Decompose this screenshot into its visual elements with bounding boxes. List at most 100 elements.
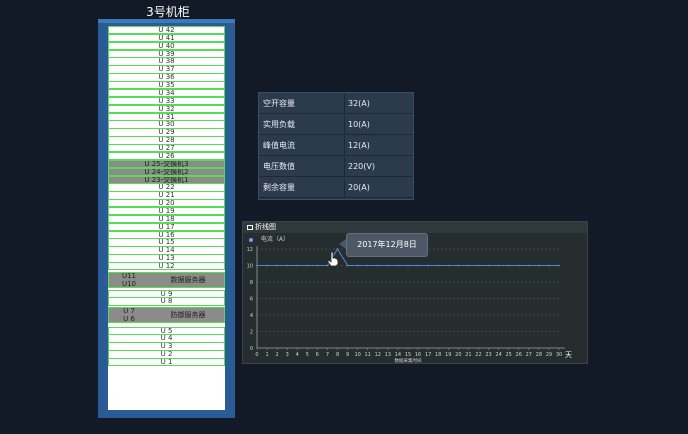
data-point (356, 264, 359, 267)
data-point (397, 264, 399, 267)
rack-device-name: 数据服务器 (170, 276, 206, 285)
x-tick-label: 1 (265, 352, 268, 358)
rack-slot-label: U 1 (160, 358, 173, 367)
info-divider (344, 157, 345, 176)
data-point (497, 264, 500, 267)
x-tick-label: 13 (385, 352, 391, 358)
x-tick-label: 30 (556, 352, 562, 358)
data-point (266, 264, 268, 267)
data-point (558, 264, 560, 267)
data-point (417, 264, 419, 267)
y-tick-label: 0 (250, 346, 253, 352)
x-tick-label: 8 (336, 352, 339, 358)
rack-device-block[interactable]: U 7U 6 防御服务器 (108, 306, 225, 323)
rack-slot-label: U 8 (160, 297, 173, 306)
data-point (376, 264, 379, 267)
x-tick-label: 12 (375, 352, 381, 358)
info-label: 实用负载 (263, 120, 295, 129)
x-tick-label: 2 (276, 352, 279, 358)
data-point (517, 264, 520, 267)
info-divider (344, 94, 345, 113)
info-value: 32(A) (348, 99, 370, 108)
data-point (306, 264, 309, 267)
x-tick-label: 21 (465, 352, 471, 358)
x-tick-label: 25 (505, 352, 511, 358)
info-label: 剩余容量 (263, 183, 295, 192)
info-label: 空开容量 (263, 99, 295, 108)
rack-slot[interactable]: U 8 (108, 297, 225, 306)
x-tick-label: 4 (296, 352, 299, 358)
data-point (296, 264, 299, 267)
y-tick-label: 2 (250, 330, 253, 336)
tooltip-arrow (339, 239, 346, 249)
x-tick-label: 0 (255, 352, 258, 358)
data-point (256, 264, 258, 267)
info-label: 峰值电流 (263, 141, 295, 150)
y-tick-label: 4 (250, 313, 253, 319)
rack-device-name: 防御服务器 (170, 310, 206, 319)
x-tick-label: 20 (455, 352, 461, 358)
data-point (276, 264, 279, 267)
x-tick-label: 19 (445, 352, 451, 358)
x-tick-label: 11 (365, 352, 371, 358)
data-point (407, 264, 409, 267)
data-point (346, 264, 349, 267)
power-info-table: 空开容量 32(A) 实用负载 10(A) 峰值电流 12(A) 电压数值 220(V) 剩余容… (258, 92, 414, 200)
rack-slot[interactable]: U 12 (108, 262, 225, 271)
data-point (487, 264, 490, 267)
x-tick-label: 10 (354, 352, 360, 358)
y-tick-label: 8 (250, 280, 253, 286)
data-point (386, 264, 389, 267)
info-row: 峰值电流 12(A) (259, 136, 413, 156)
rack-title: 3号机柜 (146, 5, 190, 19)
x-tick-label: 5 (306, 352, 309, 358)
data-point (507, 264, 510, 267)
rack-slot[interactable]: U 1 (108, 358, 225, 367)
data-point (366, 264, 369, 267)
x-tick-label: 15 (405, 352, 411, 358)
hand-cursor-icon (327, 251, 339, 267)
x-tick-label: 3 (286, 352, 289, 358)
data-point (537, 264, 540, 267)
rack-device-unit-label: U10 (121, 280, 137, 289)
info-divider (344, 178, 345, 197)
info-value: 10(A) (348, 120, 370, 129)
data-point (527, 264, 530, 267)
data-point (286, 264, 289, 267)
info-row: 实用负载 10(A) (259, 115, 413, 135)
x-tick-label: 29 (546, 352, 552, 358)
x-tick-label: 7 (326, 352, 329, 358)
x-tick-label: 9 (346, 352, 349, 358)
x-tick-label: 16 (415, 352, 421, 358)
x-tick-label: 6 (316, 352, 319, 358)
rack-device-unit-label: U 6 (123, 314, 135, 323)
data-point (457, 264, 460, 267)
rack-device-block[interactable]: U11 U10 数据服务器 (108, 272, 225, 289)
data-point (467, 264, 470, 267)
x-axis-unit: 天 (565, 351, 572, 359)
rack-slot-label: U 12 (158, 262, 175, 271)
x-tick-label: 26 (516, 352, 522, 358)
info-row: 剩余容量 20(A) (259, 178, 413, 198)
info-label: 电压数值 (263, 162, 295, 171)
data-point (316, 264, 319, 267)
y-tick-label: 10 (247, 264, 253, 270)
y-tick-label: 6 (250, 297, 253, 303)
info-divider (344, 136, 345, 155)
x-tick-label: 23 (485, 352, 491, 358)
data-point (427, 264, 430, 267)
data-point (437, 264, 440, 267)
x-tick-label: 22 (475, 352, 481, 358)
x-tick-label: 27 (526, 352, 532, 358)
info-row: 空开容量 32(A) (259, 94, 413, 114)
y-tick-label: 12 (247, 247, 253, 253)
x-tick-label: 24 (495, 352, 501, 358)
info-row: 电压数值 220(V) (259, 157, 413, 177)
info-value: 20(A) (348, 183, 370, 192)
data-point (447, 264, 450, 267)
rack-units: U 42 U 41 U 40 U 39 U 38 U 37 U 36 U 35 U 34 U 33… (108, 26, 225, 410)
data-point (477, 264, 480, 267)
chart-tooltip: 2017年12月8日 (346, 233, 428, 257)
info-value: 220(V) (348, 162, 375, 171)
info-value: 12(A) (348, 141, 370, 150)
